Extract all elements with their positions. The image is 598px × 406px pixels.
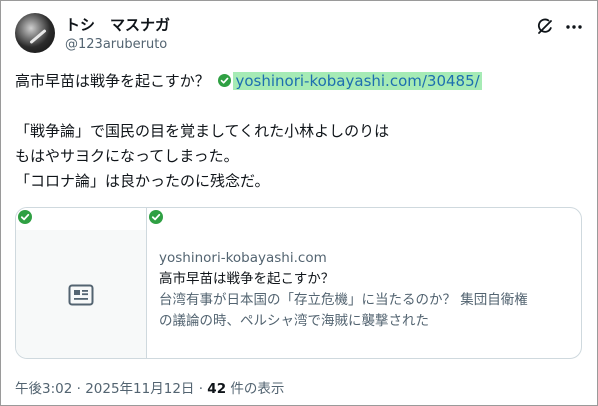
tweet-line-5: 「コロナ論」は良かったのに残念だ。 (15, 172, 270, 190)
card-description-line-2: の議論の時、ペルシャ湾で海賊に襲撃された (159, 313, 429, 329)
link-preview-card[interactable]: yoshinori-kobayashi.com 高市早苗は戦争を起こすか？ 台湾… (15, 207, 582, 359)
check-icon (149, 210, 163, 224)
grok-icon[interactable] (535, 17, 555, 37)
tweet-line-1-text: 高市早苗は戦争を起こすか？ (15, 72, 210, 90)
check-icon (218, 74, 232, 87)
check-icon (18, 210, 32, 224)
tweet-link[interactable]: yoshinori-kobayashi.com/30485/ (233, 72, 482, 90)
meta-separator: · (194, 381, 208, 397)
avatar[interactable] (15, 13, 55, 53)
views-count: 42 (207, 381, 227, 397)
tweet-line-1: 高市早苗は戦争を起こすか？ yoshinori-kobayashi.com/30… (15, 69, 585, 94)
more-dots-icon[interactable] (564, 17, 584, 37)
tweet-container: トシ マスナガ @123aruberuto 高市早苗は戦争を起こすか？ yosh… (0, 0, 598, 406)
card-domain: yoshinori-kobayashi.com (159, 250, 327, 266)
card-description-line-1: 台湾有事が日本国の「存立危機」に当たるのか？ 集団自衛権 (159, 292, 528, 308)
display-name[interactable]: トシ マスナガ (65, 14, 170, 35)
tweet-header: トシ マスナガ @123aruberuto (15, 11, 585, 59)
post-time[interactable]: 午後3:02 (15, 381, 72, 397)
tweet-line-4: もはやサヨクになってしまった。 (15, 147, 239, 165)
card-thumb-top (16, 208, 146, 230)
post-date[interactable]: 2025年11月12日 (85, 381, 194, 397)
card-title: 高市早苗は戦争を起こすか？ (159, 271, 335, 287)
tweet-line-3: 「戦争論」で国民の目を覚ましてくれた小林よしのりは (15, 122, 390, 140)
views-label: 件の表示 (226, 381, 285, 397)
tweet-meta: 午後3:02 · 2025年11月12日 · 42 件の表示 (15, 377, 284, 397)
news-article-icon (68, 284, 94, 306)
meta-separator: · (72, 381, 86, 397)
card-body[interactable]: yoshinori-kobayashi.com 高市早苗は戦争を起こすか？ 台湾… (159, 248, 569, 332)
card-thumbnail[interactable] (16, 208, 147, 358)
tweet-text: 高市早苗は戦争を起こすか？ yoshinori-kobayashi.com/30… (15, 69, 585, 194)
user-handle[interactable]: @123aruberuto (65, 37, 167, 52)
